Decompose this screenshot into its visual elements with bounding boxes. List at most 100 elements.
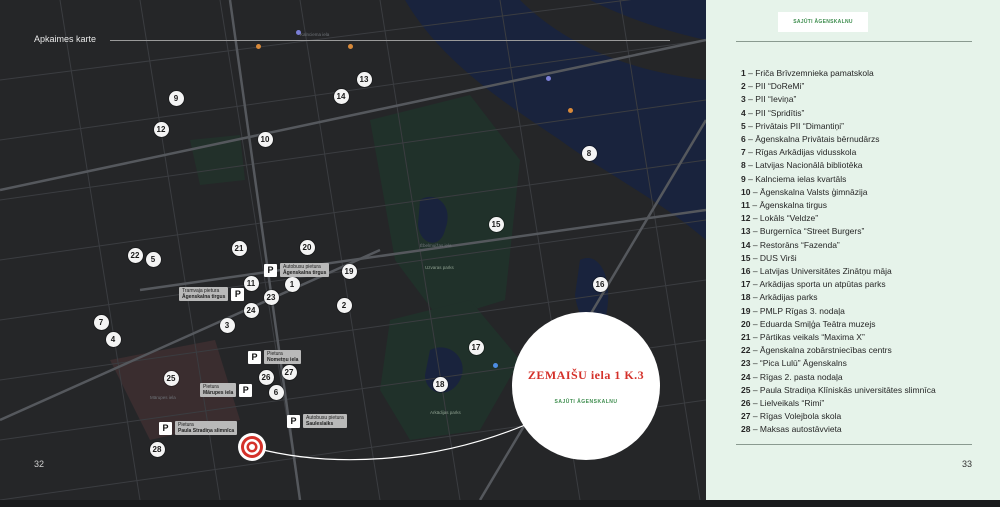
parking-icon: P [248, 350, 261, 364]
legend-item: 26 – Lielveikals “Rimi” [741, 397, 936, 410]
map-marker[interactable]: 14 [333, 88, 349, 104]
legend-text: Lokāls “Veldze” [759, 213, 819, 224]
map-marker[interactable]: 10 [257, 131, 273, 147]
page-number-right: 33 [962, 459, 973, 469]
legend-separator: – [750, 398, 760, 409]
legend-item: 5 – Privātais PII “Dimantiņi” [741, 120, 936, 133]
map-marker[interactable]: 24 [243, 302, 259, 318]
parking-icon: P [159, 421, 172, 435]
stop-marker[interactable]: P Autobusu pietura Āgenskalna tirgus [264, 263, 330, 277]
map-marker[interactable]: 15 [488, 216, 504, 232]
legend-item: 7 – Rīgas Arkādijas vidusskola [741, 146, 936, 159]
legend-text: Āgenskalna tirgus [759, 200, 828, 211]
legend-separator: – [750, 318, 760, 329]
address-title: ZEMAIŠU iela 1 K.3 [527, 367, 645, 382]
legend-text: Burgernīca “Street Burgers” [759, 226, 865, 237]
legend-separator: – [745, 147, 756, 158]
map-marker[interactable]: 18 [432, 376, 448, 392]
stop-label: Pietura Nometņu iela [264, 350, 302, 364]
map-marker[interactable]: 13 [356, 71, 372, 87]
map-marker[interactable]: 3 [219, 317, 235, 333]
parking-icon: P [287, 414, 300, 428]
map-marker[interactable]: 28 [149, 441, 165, 457]
legend-text: Rīgas Arkādijas vidusskola [755, 147, 857, 158]
poi-dot [492, 362, 498, 368]
legend-item: 2 – PII “DoReMi” [741, 80, 936, 93]
stop-marker[interactable]: P Tramvaja pietura Āgenskalna tirgus [179, 287, 245, 301]
legend-separator: – [745, 107, 756, 118]
legend-separator: – [745, 94, 756, 105]
map-marker[interactable]: 19 [341, 263, 357, 279]
legend-text: Rīgas 2. pasta nodaļa [759, 371, 843, 382]
stop-marker[interactable]: P Pietura Mārupes iela [200, 383, 253, 397]
legend-item: 9 – Kalnciema ielas kvartāls [741, 173, 936, 186]
legend-text: Pārtikas veikals “Maxima X” [759, 332, 865, 343]
legend-top-divider [736, 41, 972, 42]
stop-marker[interactable]: P Pietura Nometņu iela [248, 350, 302, 364]
legend-item: 3 – PII “Ieviņa” [741, 93, 936, 106]
map-marker[interactable]: 7 [93, 314, 109, 330]
map-marker[interactable]: 21 [231, 240, 247, 256]
callout-brand: SAJŪTI ĀGENSKALNU [554, 398, 618, 405]
legend-separator: – [745, 173, 756, 184]
legend-item: 1 – Friča Brīvzemnieka pamatskola [741, 67, 936, 80]
map-marker[interactable]: 9 [168, 90, 184, 106]
legend-item: 27 – Rīgas Volejbola skola [741, 410, 936, 423]
map-marker[interactable]: 5 [145, 251, 161, 267]
legend-separator: – [750, 305, 760, 316]
map-marker[interactable]: 4 [105, 331, 121, 347]
map-marker[interactable]: 2 [336, 297, 352, 313]
legend-text: Privātais PII “Dimantiņi” [755, 120, 844, 131]
legend-separator: – [745, 120, 756, 131]
map-panel[interactable]: Kalnciema iela Mārupes iela Ēbelmuižas i… [0, 0, 706, 500]
stop-marker[interactable]: P Pietura Paula Stradiņa slimnīca [159, 421, 238, 435]
target-location-icon[interactable] [237, 432, 267, 462]
map-marker[interactable]: 23 [263, 289, 279, 305]
legend-text: Āgenskalna zobārstniecības centrs [759, 345, 892, 356]
legend-text: Āgenskalna Valsts ģimnāzija [759, 186, 868, 197]
stop-label: Pietura Mārupes iela [200, 383, 237, 397]
legend-text: Rīgas Volejbola skola [759, 411, 842, 422]
legend-item: 10 – Āgenskalna Valsts ģimnāzija [741, 186, 936, 199]
legend-text: Latvijas Nacionālā bibliotēka [755, 160, 863, 171]
map-marker[interactable]: 17 [468, 339, 484, 355]
legend-number: 11 [741, 200, 750, 211]
map-marker[interactable]: 20 [299, 239, 315, 255]
street-label: Mārupes iela [150, 395, 176, 400]
parking-icon: P [264, 263, 277, 277]
map-marker[interactable]: 6 [268, 384, 284, 400]
legend-text: PII “Spridītis” [755, 107, 805, 118]
legend-separator: – [745, 160, 756, 171]
poi-dot [545, 75, 551, 81]
stop-marker[interactable]: P Autobusu pietura Sauleslaiks [287, 414, 347, 428]
stop-label: Tramvaja pietura Āgenskalna tirgus [179, 287, 229, 301]
legend-item: 25 – Paula Stradiņa Klīniskās universitā… [741, 384, 936, 397]
map-marker[interactable]: 25 [163, 370, 179, 386]
map-marker[interactable]: 12 [153, 121, 169, 137]
legend-separator: – [750, 252, 760, 263]
legend-text: Arkādijas sporta un atpūtas parks [759, 279, 886, 290]
legend-item: 16 – Latvijas Universitātes Zinātņu māja [741, 265, 936, 278]
legend-bottom-divider [736, 444, 972, 445]
map-marker[interactable]: 11 [243, 275, 259, 291]
legend-text: PII “Ieviņa” [755, 94, 797, 105]
header-divider [110, 40, 670, 41]
map-marker[interactable]: 16 [592, 276, 608, 292]
legend-item: 6 – Āgenskalna Privātais bērnudārzs [741, 133, 936, 146]
legend-separator: – [750, 358, 760, 369]
map-marker[interactable]: 27 [281, 364, 297, 380]
park-area-small [190, 135, 245, 185]
legend-separator: – [750, 186, 760, 197]
map-marker[interactable]: 1 [284, 276, 300, 292]
stop-label: Pietura Paula Stradiņa slimnīca [175, 421, 238, 435]
legend-separator: – [750, 411, 760, 422]
legend-separator: – [750, 266, 760, 277]
poi-dot [347, 43, 353, 49]
legend-separator: – [750, 345, 760, 356]
map-marker[interactable]: 26 [258, 369, 274, 385]
brand-label: SAJŪTI ĀGENSKALNU [778, 12, 868, 32]
legend-item: 15 – DUS Virši [741, 252, 936, 265]
map-marker[interactable]: 8 [581, 145, 597, 161]
map-marker[interactable]: 22 [127, 247, 143, 263]
legend-text: PII “DoReMi” [755, 81, 805, 92]
